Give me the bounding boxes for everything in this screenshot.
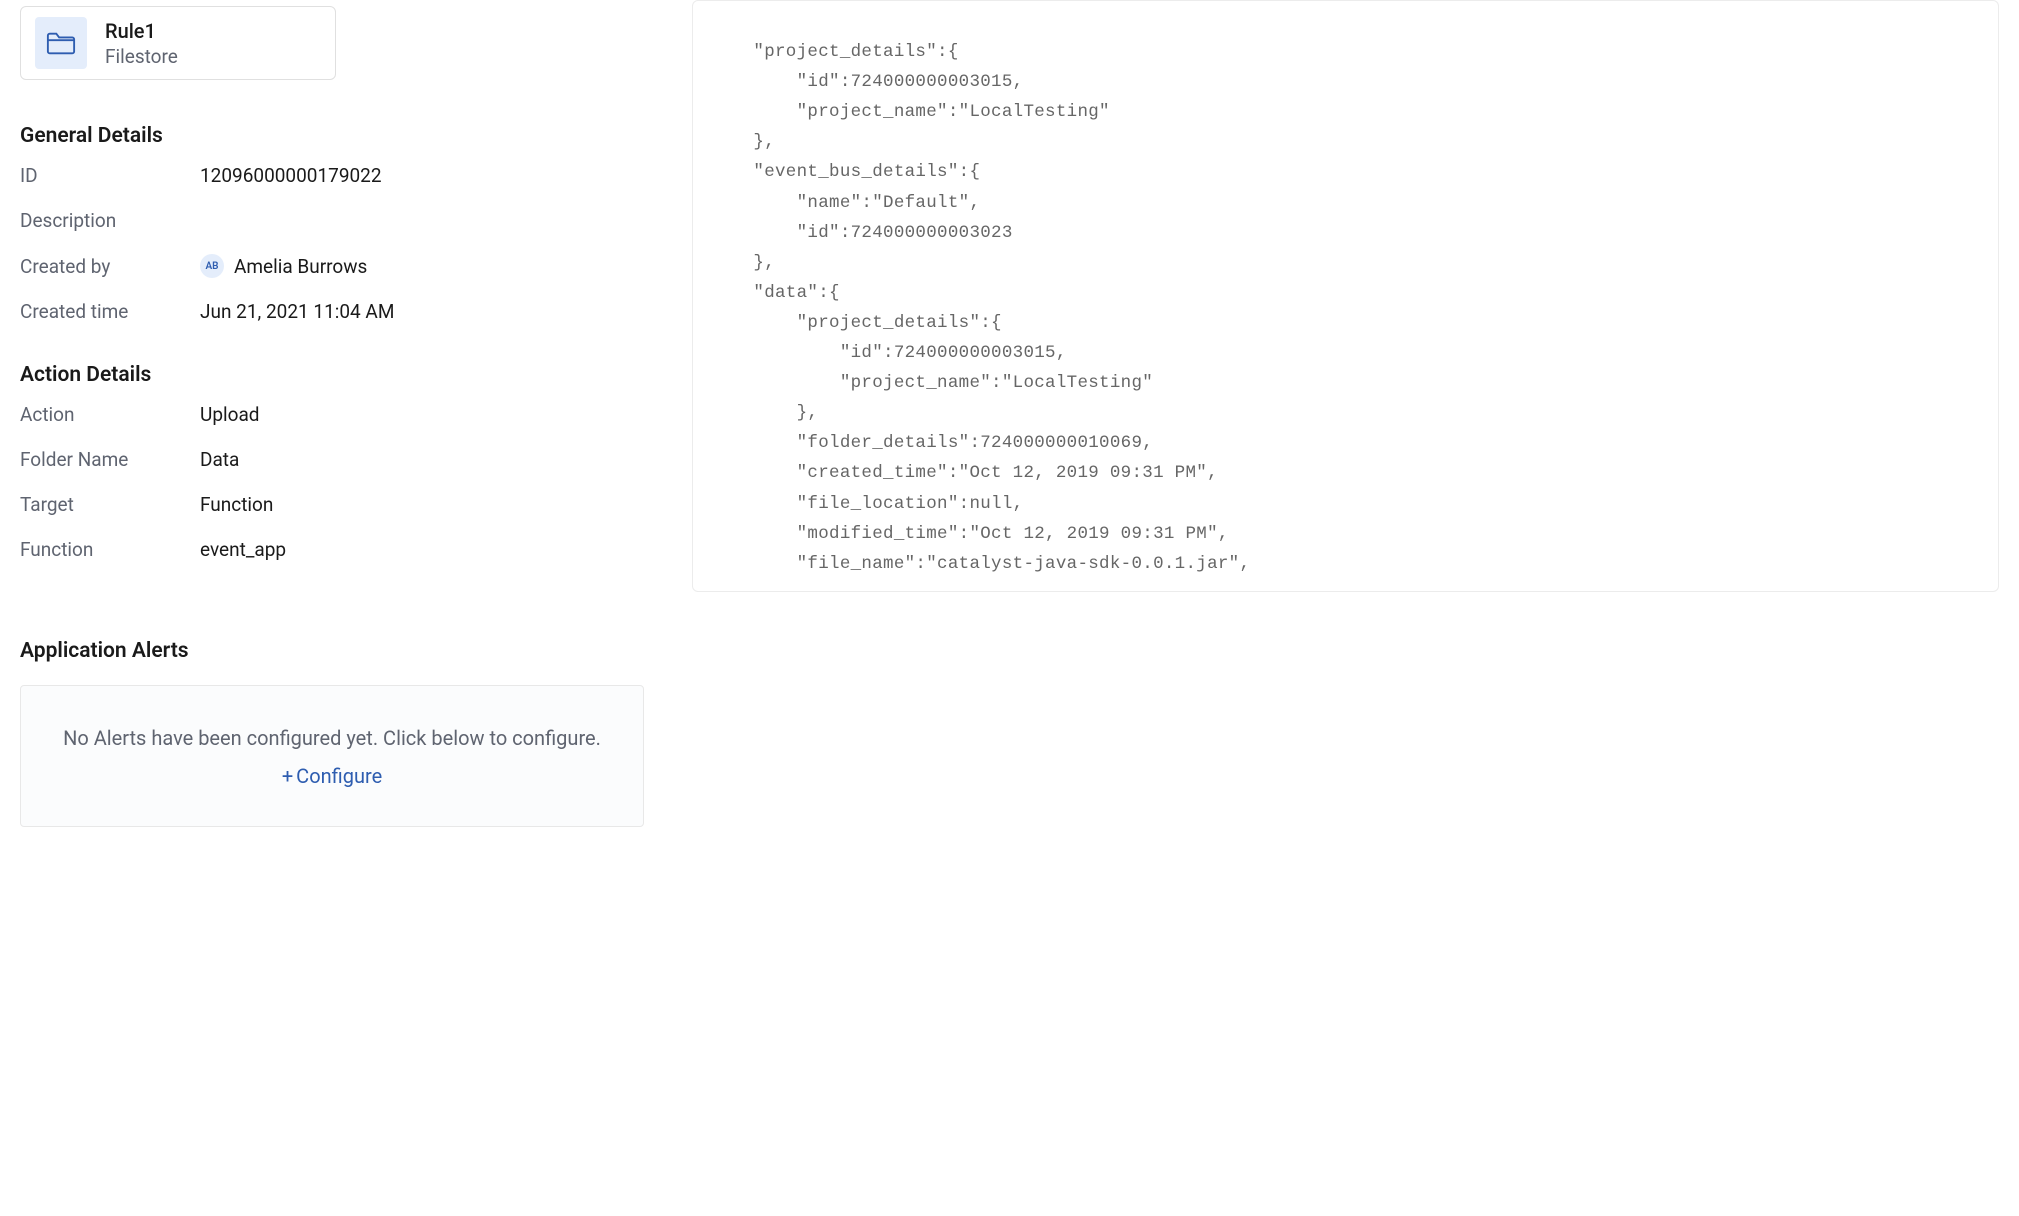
- json-sample-pre: "project_details":{ "id":724000000003015…: [721, 7, 1970, 579]
- row-created-by: Created by AB Amelia Burrows: [20, 254, 652, 278]
- value-action: Upload: [200, 403, 260, 426]
- rule-type: Filestore: [105, 45, 178, 68]
- row-action: Action Upload: [20, 403, 652, 426]
- folder-icon: [35, 17, 87, 69]
- details-panel: Rule1 Filestore General Details ID 12096…: [0, 0, 672, 1216]
- rule-info: Rule1 Filestore: [105, 19, 178, 68]
- row-folder-name: Folder Name Data: [20, 448, 652, 471]
- configure-button[interactable]: +Configure: [282, 764, 382, 788]
- action-details-title: Action Details: [20, 363, 652, 387]
- label-description: Description: [20, 209, 200, 232]
- value-created-time: Jun 21, 2021 11:04 AM: [200, 300, 394, 323]
- general-details-title: General Details: [20, 124, 652, 148]
- value-target: Function: [200, 493, 273, 516]
- avatar: AB: [200, 254, 224, 278]
- label-created-by: Created by: [20, 255, 200, 278]
- label-target: Target: [20, 493, 200, 516]
- label-created-time: Created time: [20, 300, 200, 323]
- json-panel: "project_details":{ "id":724000000003015…: [672, 0, 2019, 1216]
- value-folder-name: Data: [200, 448, 239, 471]
- value-function: event_app: [200, 538, 286, 561]
- row-target: Target Function: [20, 493, 652, 516]
- value-id: 12096000000179022: [200, 164, 382, 187]
- created-by-name: Amelia Burrows: [234, 255, 367, 278]
- alerts-empty-state: No Alerts have been configured yet. Clic…: [20, 685, 644, 827]
- row-description: Description: [20, 209, 652, 232]
- label-action: Action: [20, 403, 200, 426]
- plus-icon: +: [282, 764, 293, 788]
- rule-name: Rule1: [105, 19, 178, 43]
- label-id: ID: [20, 164, 200, 187]
- label-folder-name: Folder Name: [20, 448, 200, 471]
- row-function: Function event_app: [20, 538, 652, 561]
- json-sample-box[interactable]: "project_details":{ "id":724000000003015…: [692, 0, 1999, 592]
- value-created-by: AB Amelia Burrows: [200, 254, 367, 278]
- rule-card[interactable]: Rule1 Filestore: [20, 6, 336, 80]
- row-created-time: Created time Jun 21, 2021 11:04 AM: [20, 300, 652, 323]
- label-function: Function: [20, 538, 200, 561]
- alerts-empty-text: No Alerts have been configured yet. Clic…: [61, 724, 603, 752]
- application-alerts-title: Application Alerts: [20, 639, 652, 663]
- row-id: ID 12096000000179022: [20, 164, 652, 187]
- configure-label: Configure: [296, 764, 382, 788]
